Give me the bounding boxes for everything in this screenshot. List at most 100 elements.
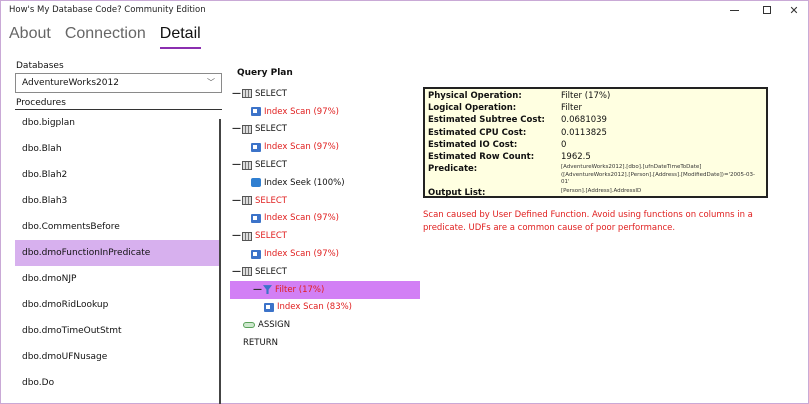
plan-node[interactable]: Index Scan (97%) [230, 210, 420, 228]
database-dropdown[interactable]: AdventureWorks2012 ﹀ [15, 73, 222, 93]
detail-key: Estimated Subtree Cost: [428, 115, 545, 126]
predicate-value: [AdventureWorks2012].[dbo].[ufnDateTimeT… [561, 164, 756, 186]
window-title: How's My Database Code? Community Editio… [9, 5, 206, 15]
detail-key: Estimated CPU Cost: [428, 127, 527, 138]
plan-node[interactable]: — SELECT [230, 85, 420, 103]
plan-node-selected[interactable]: — Filter (17%) [230, 280, 420, 299]
collapse-icon[interactable]: — [253, 285, 263, 295]
list-item[interactable]: dbo.bigplan [15, 110, 221, 136]
plan-node-label: Index Seek (100%) [264, 177, 345, 188]
detail-key: Estimated Row Count: [428, 151, 535, 162]
detail-key: Estimated IO Cost: [428, 139, 518, 150]
detail-value: Filter [561, 103, 583, 114]
list-item[interactable]: dbo.dmoNJP [15, 266, 221, 292]
list-item[interactable]: dbo.dmoUFNusage [15, 344, 221, 370]
plan-node-label: SELECT [255, 266, 287, 277]
close-button[interactable]: ✕ [779, 1, 809, 19]
assign-icon [243, 322, 255, 329]
collapse-icon[interactable]: — [232, 89, 242, 99]
index-scan-icon [251, 213, 261, 223]
tab-connection[interactable]: Connection [65, 25, 146, 47]
procedures-list: dbo.bigplan dbo.Blah dbo.Blah2 dbo.Blah3… [15, 110, 221, 404]
plan-node-label: Index Scan (97%) [264, 213, 339, 224]
maximize-icon [763, 6, 771, 14]
title-bar: How's My Database Code? Community Editio… [1, 1, 808, 21]
list-item-selected[interactable]: dbo.dmoFunctionInPredicate [15, 240, 221, 266]
table-icon [242, 196, 252, 206]
tab-about[interactable]: About [9, 25, 51, 47]
list-item[interactable]: dbo.Do [15, 370, 221, 396]
detail-row: Estimated Row Count: 1962.5 [428, 152, 763, 164]
list-item[interactable]: dbo.Blah3 [15, 188, 221, 214]
detail-row: Output List: [Person].[Address].AddressID [428, 188, 763, 200]
plan-node[interactable]: — SELECT [230, 121, 420, 139]
plan-node[interactable]: Index Scan (97%) [230, 138, 420, 156]
plan-node-label: SELECT [255, 88, 287, 99]
minimize-button[interactable] [719, 1, 749, 19]
index-seek-icon [251, 178, 261, 188]
list-item[interactable]: dbo.dmoTimeOutStmt [15, 318, 221, 344]
index-scan-icon [251, 249, 261, 259]
plan-node-label: Filter (17%) [275, 284, 325, 295]
app-window: How's My Database Code? Community Editio… [0, 0, 809, 404]
detail-value: 0.0681039 [561, 115, 607, 126]
plan-node-label: Index Scan (97%) [264, 106, 339, 117]
close-icon: ✕ [789, 3, 799, 17]
plan-node-label: Index Scan (97%) [264, 249, 339, 260]
detail-key: Predicate: [428, 164, 478, 175]
chevron-down-icon: ﹀ [207, 78, 215, 87]
detail-row: Predicate: [AdventureWorks2012].[dbo].[uf… [428, 164, 763, 188]
list-item[interactable]: dbo.Blah2 [15, 162, 221, 188]
tab-strip: About Connection Detail [9, 25, 201, 49]
query-plan-tree: — SELECT Index Scan (97%) — SELECT Index Scan… [230, 85, 420, 352]
table-icon [242, 124, 252, 134]
table-icon [242, 231, 252, 241]
table-icon [242, 89, 252, 99]
list-item[interactable]: dbo.Blah [15, 136, 221, 162]
detail-key: Logical Operation: [428, 103, 517, 114]
list-item[interactable]: dbo.dmoRidLookup [15, 292, 221, 318]
detail-value: 1962.5 [561, 151, 591, 162]
index-scan-icon [251, 142, 261, 152]
filter-icon [263, 285, 272, 295]
detail-value: Filter (17%) [561, 91, 611, 101]
warning-message: Scan caused by User Defined Function. Av… [423, 210, 753, 233]
query-plan-title: Query Plan [237, 68, 293, 78]
collapse-icon[interactable]: — [232, 196, 242, 206]
plan-node[interactable]: — SELECT [230, 227, 420, 245]
plan-node[interactable]: RETURN [230, 334, 420, 352]
list-item[interactable]: dbo.CommentsBefore [15, 214, 221, 240]
plan-node-label: Index Scan (83%) [277, 302, 352, 313]
collapse-icon[interactable]: — [232, 124, 242, 134]
plan-node[interactable]: — SELECT [230, 263, 420, 281]
collapse-icon[interactable]: — [232, 231, 242, 241]
plan-node-label: SELECT [255, 231, 287, 242]
minimize-icon [729, 9, 739, 11]
collapse-icon[interactable]: — [232, 160, 242, 170]
databases-label: Databases [16, 61, 64, 71]
plan-node-label: SELECT [255, 124, 287, 135]
tab-detail[interactable]: Detail [159, 25, 201, 49]
procedures-scrollbar[interactable] [219, 119, 221, 404]
plan-node-label: SELECT [255, 160, 287, 171]
collapse-icon[interactable]: — [232, 267, 242, 277]
detail-row: Estimated Subtree Cost: 0.0681039 [428, 115, 763, 127]
detail-row: Physical Operation: Filter (17%) [428, 91, 763, 103]
plan-node[interactable]: Index Scan (97%) [230, 103, 420, 121]
plan-node-label: SELECT [255, 195, 287, 206]
detail-row: Estimated IO Cost: 0 [428, 140, 763, 152]
index-scan-icon [251, 107, 261, 117]
plan-node[interactable]: Index Scan (97%) [230, 245, 420, 263]
detail-value: 0.0113825 [561, 127, 607, 138]
plan-node-label: RETURN [243, 338, 278, 349]
procedures-label: Procedures [16, 98, 66, 108]
maximize-button[interactable] [752, 1, 782, 19]
plan-node-label: Index Scan (97%) [264, 142, 339, 153]
plan-node[interactable]: Index Seek (100%) [230, 174, 420, 192]
plan-node[interactable]: Index Scan (83%) [230, 299, 420, 317]
table-icon [242, 267, 252, 277]
plan-node[interactable]: ASSIGN [230, 316, 420, 334]
operation-details-panel: Physical Operation: Filter (17%) Logical … [423, 87, 768, 198]
plan-node[interactable]: — SELECT [230, 192, 420, 210]
plan-node[interactable]: — SELECT [230, 156, 420, 174]
